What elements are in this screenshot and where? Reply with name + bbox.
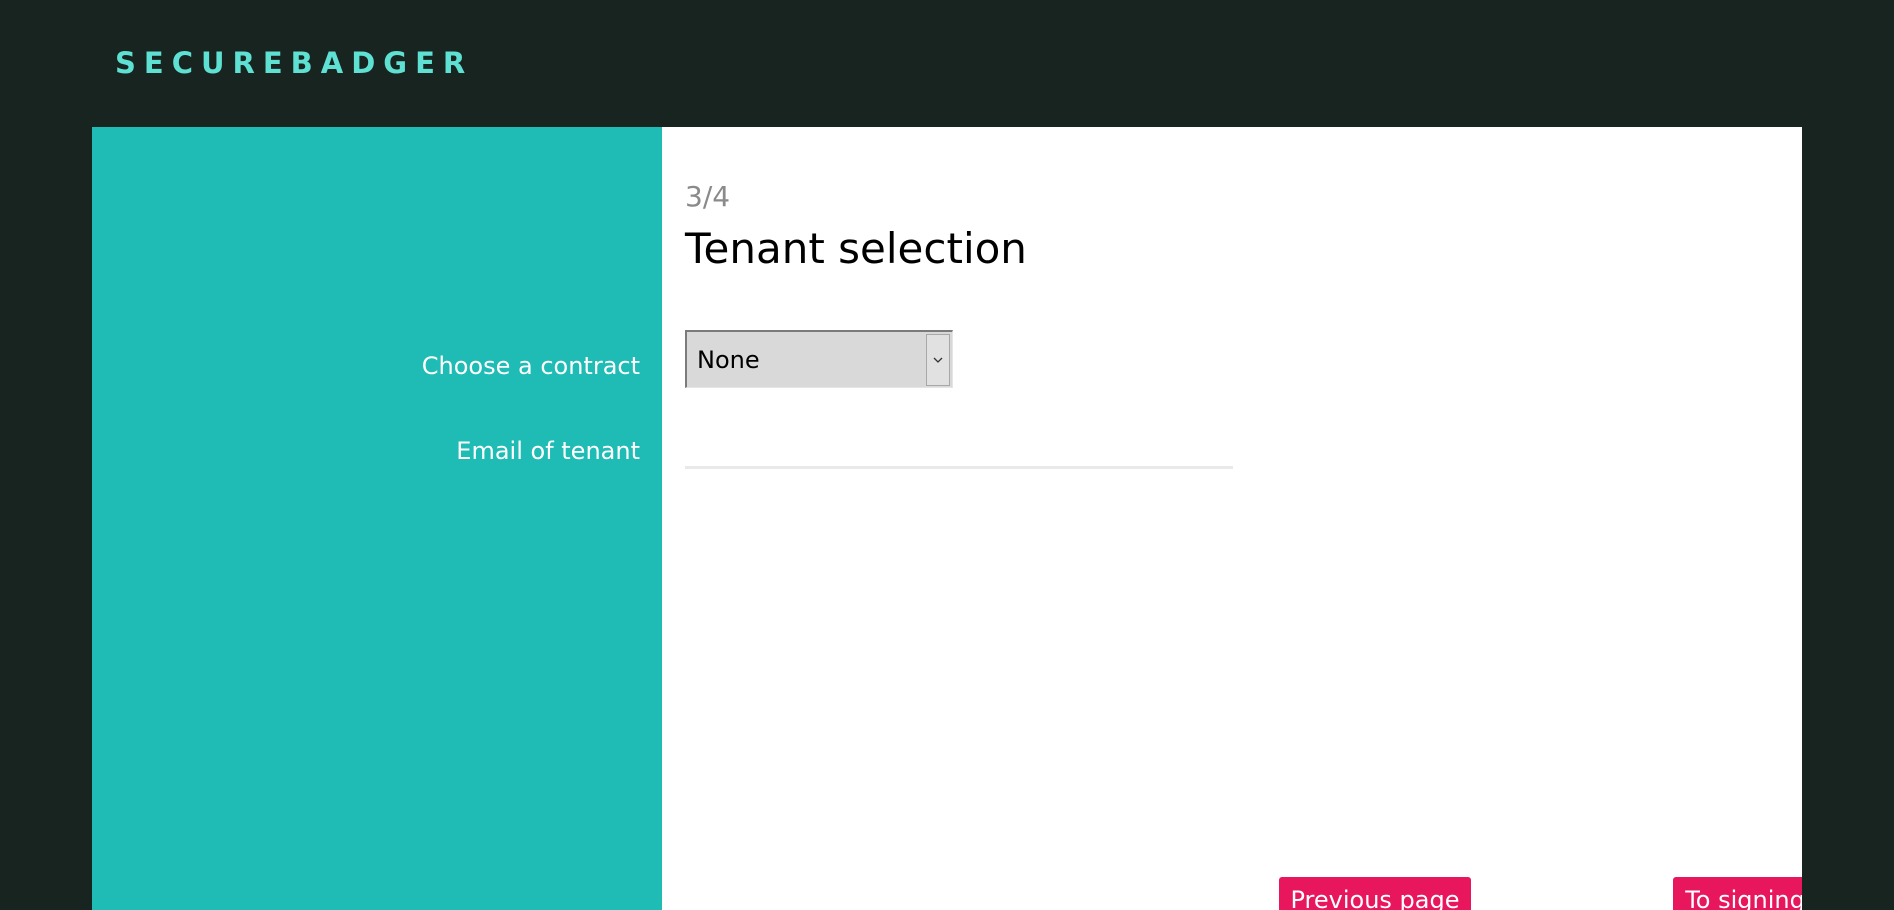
step-indicator: 3/4 bbox=[685, 180, 731, 213]
form-main: 3/4 Tenant selection None Previous page … bbox=[662, 127, 1802, 910]
form-card: Choose a contract Email of tenant 3/4 Te… bbox=[92, 127, 1802, 910]
page-title: Tenant selection bbox=[685, 224, 1027, 273]
chevron-down-icon bbox=[933, 357, 943, 363]
brand-logo: SECUREBADGER bbox=[115, 46, 474, 80]
contract-select[interactable]: None bbox=[685, 330, 953, 388]
contract-label: Choose a contract bbox=[421, 352, 640, 380]
form-sidebar: Choose a contract Email of tenant bbox=[92, 127, 662, 910]
email-label: Email of tenant bbox=[456, 437, 640, 465]
contract-select-value: None bbox=[697, 346, 760, 374]
select-arrow-button[interactable] bbox=[926, 334, 950, 386]
email-input[interactable] bbox=[685, 419, 1233, 469]
to-signing-button[interactable]: To signing bbox=[1673, 877, 1802, 910]
previous-page-button[interactable]: Previous page bbox=[1279, 877, 1471, 910]
